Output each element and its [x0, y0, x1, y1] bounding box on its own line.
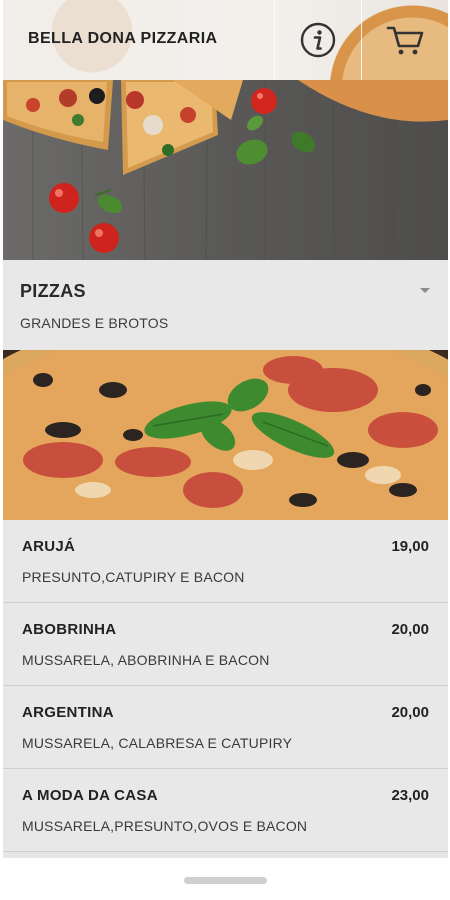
gesture-nav-handle[interactable]: [184, 877, 267, 884]
item-description: MUSSARELA, ABOBRINHA E BACON: [22, 652, 270, 668]
list-item[interactable]: ARGENTINA 20,00 MUSSARELA, CALABRESA E C…: [3, 686, 448, 769]
caret-down-icon[interactable]: [420, 288, 430, 293]
shopping-cart-icon: [386, 26, 424, 55]
item-price: 19,00: [391, 538, 429, 555]
cart-button[interactable]: [362, 0, 448, 80]
item-price: 23,00: [391, 787, 429, 804]
item-description: MUSSARELA,PRESUNTO,OVOS E BACON: [22, 818, 308, 834]
item-name: ARUJÁ: [22, 538, 76, 555]
category-subtitle: GRANDES E BROTOS: [20, 315, 169, 331]
app-title: BELLA DONA PIZZARIA: [28, 30, 218, 47]
item-price: 20,00: [391, 621, 429, 638]
item-description: PRESUNTO,CATUPIRY E BACON: [22, 569, 245, 585]
item-name: ARGENTINA: [22, 704, 114, 721]
category-title: PIZZAS: [20, 281, 86, 301]
list-item[interactable]: ARUJÁ 19,00 PRESUNTO,CATUPIRY E BACON: [3, 520, 448, 603]
hero-image: [3, 80, 448, 260]
info-circle-icon: [300, 22, 336, 58]
item-description: MUSSARELA, CALABRESA E CATUPIRY: [22, 735, 293, 751]
list-item[interactable]: ABOBRINHA 20,00 MUSSARELA, ABOBRINHA E B…: [3, 603, 448, 686]
menu-list: ARUJÁ 19,00 PRESUNTO,CATUPIRY E BACON AB…: [3, 520, 448, 852]
category-pizzas[interactable]: PIZZAS GRANDES E BROTOS: [3, 260, 448, 350]
app-screen: BELLA DONA PIZZARIA PIZZAS GRANDES E BRO…: [3, 0, 448, 858]
item-name: ABOBRINHA: [22, 621, 117, 638]
info-button[interactable]: [275, 0, 361, 80]
item-price: 20,00: [391, 704, 429, 721]
top-bar: BELLA DONA PIZZARIA: [3, 0, 448, 80]
item-name: A MODA DA CASA: [22, 787, 158, 804]
list-item[interactable]: A MODA DA CASA 23,00 MUSSARELA,PRESUNTO,…: [3, 769, 448, 852]
category-image: [3, 350, 448, 520]
